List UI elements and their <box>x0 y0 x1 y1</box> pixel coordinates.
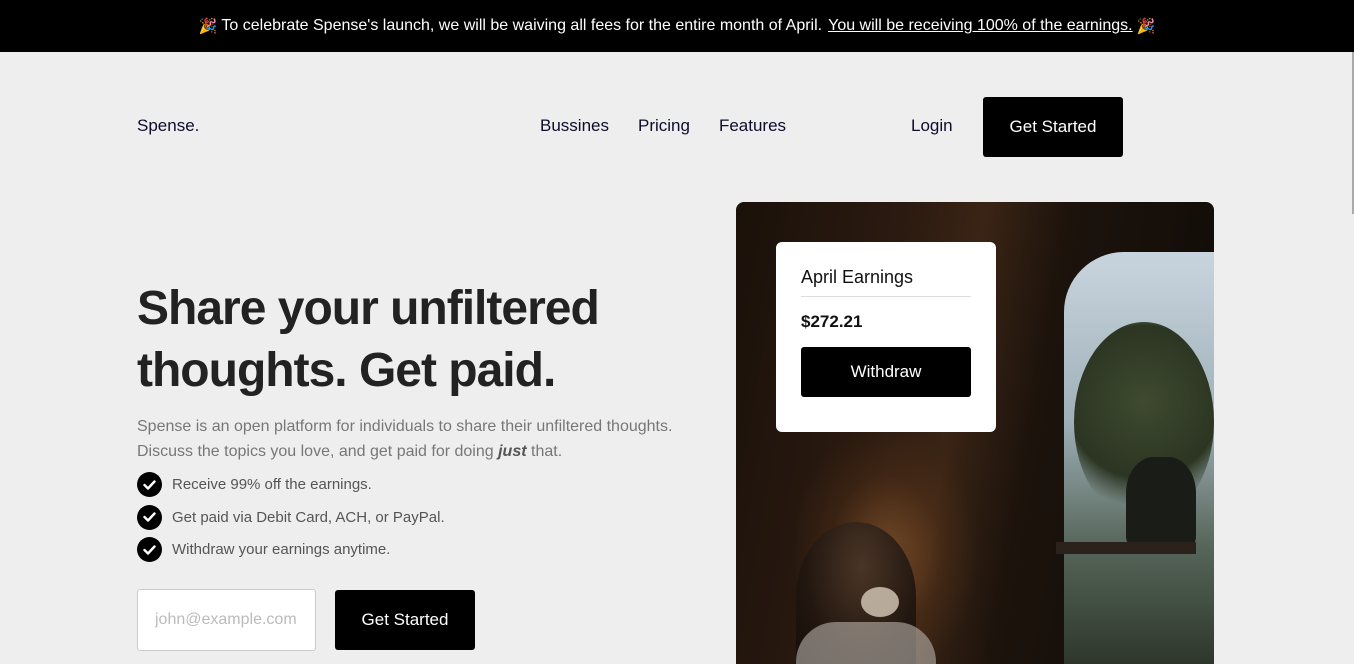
description-line-2-post: that. <box>531 443 563 460</box>
headline-line-1: Share your unfiltered <box>137 282 600 335</box>
feature-checklist: Receive 99% off the earnings. Get paid v… <box>137 472 445 570</box>
banner-text: To celebrate Spense's launch, we will be… <box>221 17 823 34</box>
withdraw-button[interactable]: Withdraw <box>801 347 971 397</box>
checklist-item: Withdraw your earnings anytime. <box>137 537 445 562</box>
checklist-text: Withdraw your earnings anytime. <box>172 541 391 558</box>
nav-item-business[interactable]: Bussines <box>540 116 609 136</box>
checklist-text: Get paid via Debit Card, ACH, or PayPal. <box>172 508 445 526</box>
earnings-title: April Earnings <box>801 267 971 297</box>
photo-background-person <box>1126 457 1196 547</box>
earnings-amount: $272.21 <box>801 312 863 331</box>
hero-headline: Share your unfiltered thoughts. Get paid… <box>137 278 697 402</box>
party-popper-icon: 🎉 <box>198 18 218 35</box>
hero-get-started-button[interactable]: Get Started <box>335 590 475 650</box>
header-get-started-button[interactable]: Get Started <box>983 97 1123 157</box>
checklist-item: Receive 99% off the earnings. <box>137 472 445 497</box>
photo-table <box>1056 542 1196 554</box>
nav-item-features[interactable]: Features <box>719 116 786 136</box>
check-circle-icon <box>137 504 162 530</box>
logo[interactable]: Spense. <box>137 116 199 136</box>
photo-mask <box>861 587 899 617</box>
party-popper-icon: 🎉 <box>1136 18 1156 35</box>
banner-link[interactable]: You will be receiving 100% of the earnin… <box>828 17 1133 35</box>
check-circle-icon <box>137 472 162 497</box>
headline-line-2: thoughts. Get paid. <box>137 344 556 397</box>
earnings-card: April Earnings $272.21 Withdraw <box>776 242 996 432</box>
login-link[interactable]: Login <box>911 116 953 136</box>
photo-shirt <box>796 622 936 664</box>
description-line-2-pre: Discuss the topics you love, and get pai… <box>137 443 494 460</box>
checklist-item: Get paid via Debit Card, ACH, or PayPal. <box>137 504 445 530</box>
check-circle-icon <box>137 537 162 562</box>
hero-description: Spense is an open platform for individua… <box>137 414 717 464</box>
nav-item-pricing[interactable]: Pricing <box>638 116 690 136</box>
main-nav: Bussines Pricing Features <box>540 116 786 136</box>
email-input[interactable] <box>137 589 316 651</box>
description-emphasis: just <box>498 443 527 460</box>
announcement-banner: 🎉 To celebrate Spense's launch, we will … <box>0 0 1354 52</box>
description-line-1: Spense is an open platform for individua… <box>137 418 673 435</box>
checklist-text: Receive 99% off the earnings. <box>172 476 372 493</box>
